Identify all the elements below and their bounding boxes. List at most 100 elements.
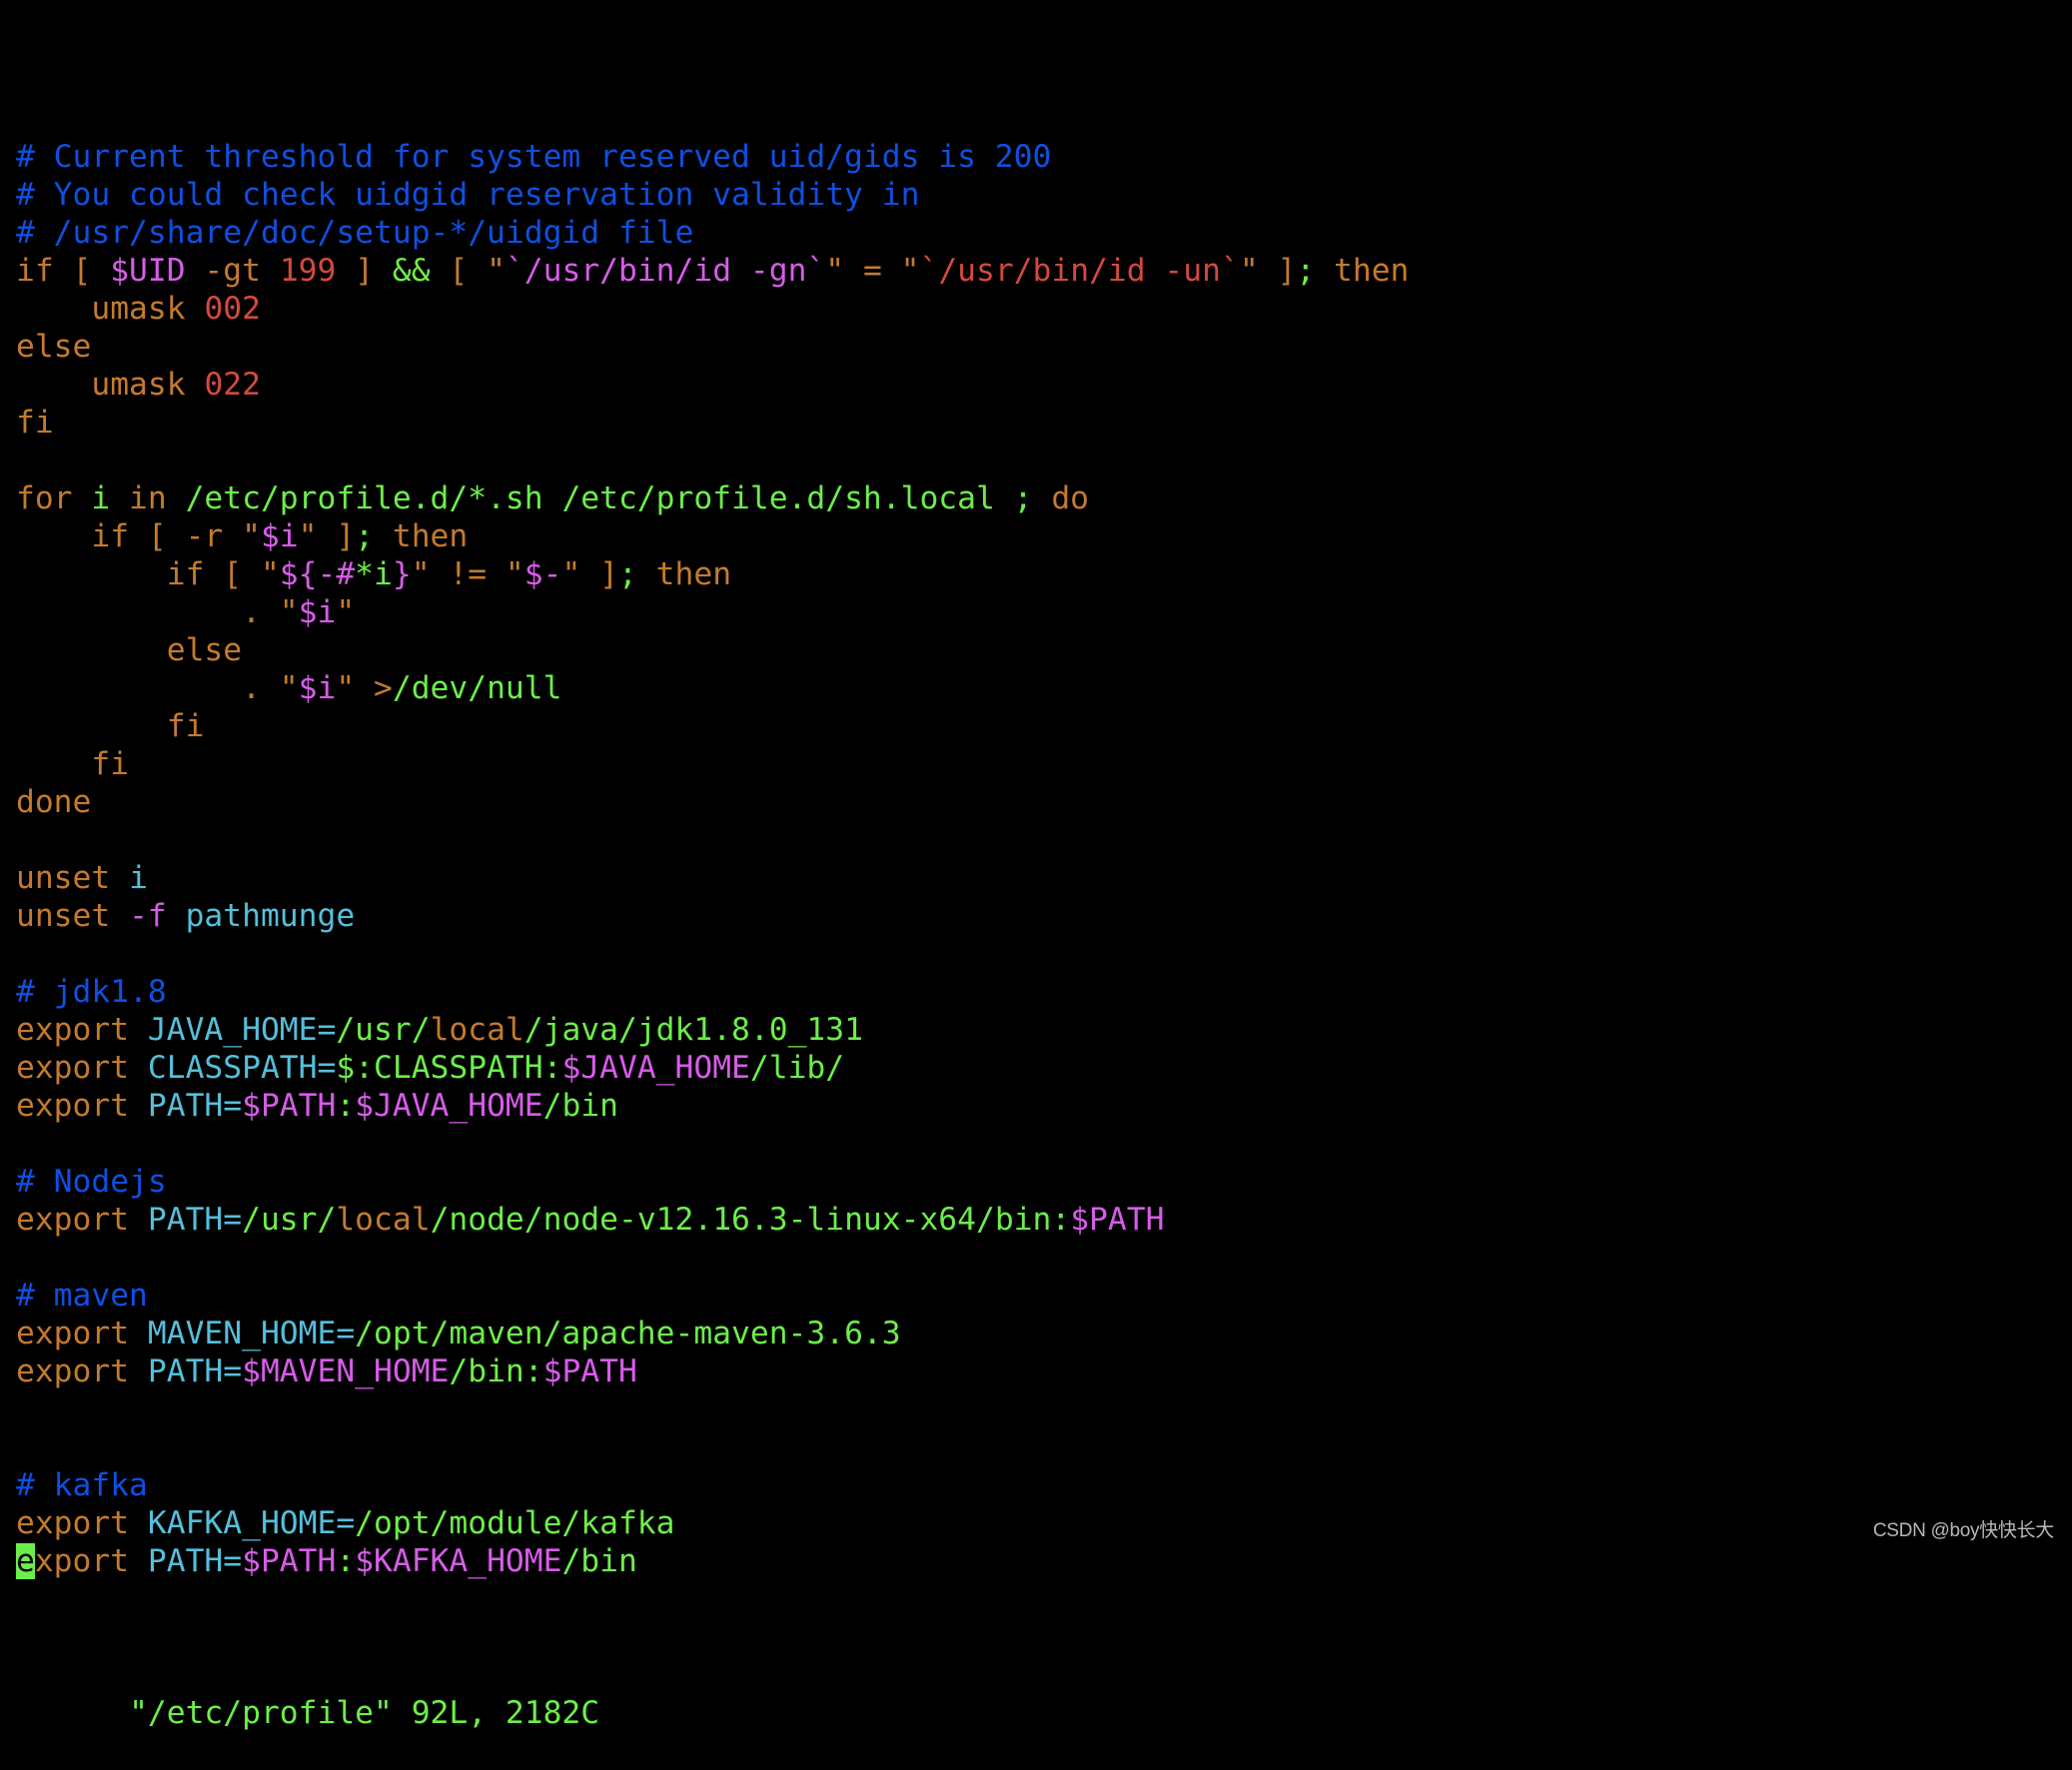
code-line-12: if [ "${-#*i}" != "$-" ]; then bbox=[16, 555, 1409, 593]
token-variable: $i bbox=[298, 594, 337, 630]
token-keyword: . " bbox=[16, 594, 299, 630]
token-identifier: i bbox=[129, 860, 148, 896]
token-string: ; bbox=[617, 556, 637, 592]
token-identifier: PATH= bbox=[147, 1543, 243, 1579]
token-keyword: export bbox=[16, 1088, 148, 1124]
token-keyword: local bbox=[336, 1202, 431, 1238]
token-keyword: -gt bbox=[185, 253, 280, 289]
token-keyword: " bbox=[336, 594, 356, 630]
token-keyword: local bbox=[430, 1012, 524, 1048]
code-line-37: export KAFKA_HOME=/opt/module/kafka bbox=[16, 1504, 1409, 1542]
token-keyword: unset bbox=[16, 898, 130, 934]
token-string: /usr/ bbox=[336, 1012, 431, 1048]
token-keyword: umask bbox=[16, 291, 205, 327]
token-variable: $KAFKA_HOME bbox=[355, 1543, 562, 1579]
token-keyword: export bbox=[16, 1012, 148, 1048]
code-line-24: export JAVA_HOME=/usr/local/java/jdk1.8.… bbox=[16, 1011, 1409, 1049]
token-string: ; bbox=[1013, 480, 1033, 516]
token-number: 022 bbox=[204, 367, 261, 403]
token-variable: $PATH bbox=[542, 1353, 637, 1389]
code-line-1: # Current threshold for system reserved … bbox=[16, 138, 1409, 176]
token-keyword: then bbox=[1315, 253, 1410, 289]
token-variable: $JAVA_HOME bbox=[561, 1050, 750, 1086]
token-string: /etc/profile.d/*.sh /etc/profile.d/sh.lo… bbox=[185, 480, 1014, 516]
token-keyword: " ] bbox=[561, 556, 618, 592]
token-variable: -f bbox=[129, 898, 167, 934]
token-string: i bbox=[91, 480, 111, 516]
code-line-33: export PATH=$MAVEN_HOME/bin:$PATH bbox=[16, 1352, 1409, 1390]
token-variable: `/usr/bin/id -gn` bbox=[505, 253, 826, 289]
text-cursor: e bbox=[16, 1543, 35, 1579]
token-keyword: do bbox=[1032, 480, 1090, 516]
code-line-13: . "$i" bbox=[16, 593, 1409, 631]
token-keyword: " > bbox=[336, 670, 393, 706]
token-string: /opt/maven/apache-maven-3.6.3 bbox=[355, 1316, 901, 1351]
code-line-6: else bbox=[16, 328, 1409, 366]
token-comment: # Current threshold for system reserved … bbox=[16, 139, 1052, 175]
token-keyword: if [ " bbox=[16, 556, 280, 592]
token-keyword: if [ -r " bbox=[16, 518, 261, 554]
token-keyword: ] bbox=[336, 253, 393, 289]
terminal-window[interactable]: # Current threshold for system reserved … bbox=[0, 0, 2072, 1731]
token-variable: $JAVA_HOME bbox=[355, 1088, 543, 1124]
token-keyword: " ] bbox=[298, 518, 356, 554]
token-keyword: if [ bbox=[16, 253, 111, 289]
watermark: CSDN @boy快快长大 bbox=[1872, 1520, 2054, 1541]
code-line-10: for i in /etc/profile.d/*.sh /etc/profil… bbox=[16, 479, 1409, 517]
token-variable: ${-# bbox=[279, 556, 356, 592]
token-number: 199 bbox=[279, 253, 337, 289]
code-line-17: fi bbox=[16, 745, 1409, 783]
token-keyword: umask bbox=[16, 367, 205, 403]
token-number: `/usr/bin/id -un` bbox=[919, 253, 1240, 289]
token-keyword: " = " bbox=[825, 253, 920, 289]
token-keyword: in bbox=[110, 480, 186, 516]
vim-buffer[interactable]: # Current threshold for system reserved … bbox=[16, 62, 1409, 1770]
code-line-25: export CLASSPATH=$:CLASSPATH:$JAVA_HOME/… bbox=[16, 1049, 1409, 1087]
code-line-16: fi bbox=[16, 707, 1409, 745]
token-keyword: export bbox=[16, 1353, 148, 1389]
code-line-32: export MAVEN_HOME=/opt/maven/apache-mave… bbox=[16, 1315, 1409, 1352]
token-string: /bin bbox=[561, 1543, 637, 1579]
code-line-2: # You could check uidgid reservation val… bbox=[16, 176, 1409, 214]
token-keyword: unset bbox=[16, 860, 130, 896]
token-string: : bbox=[336, 1088, 356, 1124]
token-keyword: [ " bbox=[430, 253, 506, 289]
token-keyword bbox=[167, 898, 186, 934]
code-line-23: # jdk1.8 bbox=[16, 973, 1409, 1011]
token-string: *i bbox=[355, 556, 393, 592]
token-keyword: export bbox=[16, 1316, 148, 1351]
code-line-21: unset -f pathmunge bbox=[16, 897, 1409, 935]
status-message: "/etc/profile" 92L, 2182C bbox=[129, 1695, 600, 1731]
code-line-3: # /usr/share/doc/setup-*/uidgid file bbox=[16, 214, 1409, 252]
token-identifier: MAVEN_HOME= bbox=[147, 1316, 356, 1351]
token-variable: } bbox=[392, 556, 412, 592]
token-string: /usr/ bbox=[242, 1202, 337, 1238]
token-comment: # Nodejs bbox=[16, 1164, 167, 1200]
code-line-5: umask 002 bbox=[16, 290, 1409, 328]
token-comment: # maven bbox=[16, 1278, 148, 1314]
token-string: ; bbox=[355, 518, 375, 554]
token-comment: # kafka bbox=[16, 1467, 148, 1503]
code-line-31: # maven bbox=[16, 1277, 1409, 1315]
token-keyword: then bbox=[374, 518, 469, 554]
code-line-4: if [ $UID -gt 199 ] && [ "`/usr/bin/id -… bbox=[16, 252, 1409, 290]
code-line-14: else bbox=[16, 631, 1409, 669]
token-variable: $PATH bbox=[242, 1543, 337, 1579]
token-keyword: xport bbox=[34, 1543, 148, 1579]
token-identifier: pathmunge bbox=[185, 898, 356, 934]
code-line-11: if [ -r "$i" ]; then bbox=[16, 517, 1409, 555]
token-keyword: export bbox=[16, 1202, 148, 1238]
code-line-26: export PATH=$PATH:$JAVA_HOME/bin bbox=[16, 1087, 1409, 1125]
token-variable: $- bbox=[523, 556, 562, 592]
code-line-36: # kafka bbox=[16, 1466, 1409, 1504]
token-keyword: for bbox=[16, 480, 92, 516]
code-line-15: . "$i" >/dev/null bbox=[16, 669, 1409, 707]
token-string: && bbox=[392, 253, 431, 289]
token-number: 002 bbox=[204, 291, 261, 327]
token-comment: # You could check uidgid reservation val… bbox=[16, 177, 920, 213]
